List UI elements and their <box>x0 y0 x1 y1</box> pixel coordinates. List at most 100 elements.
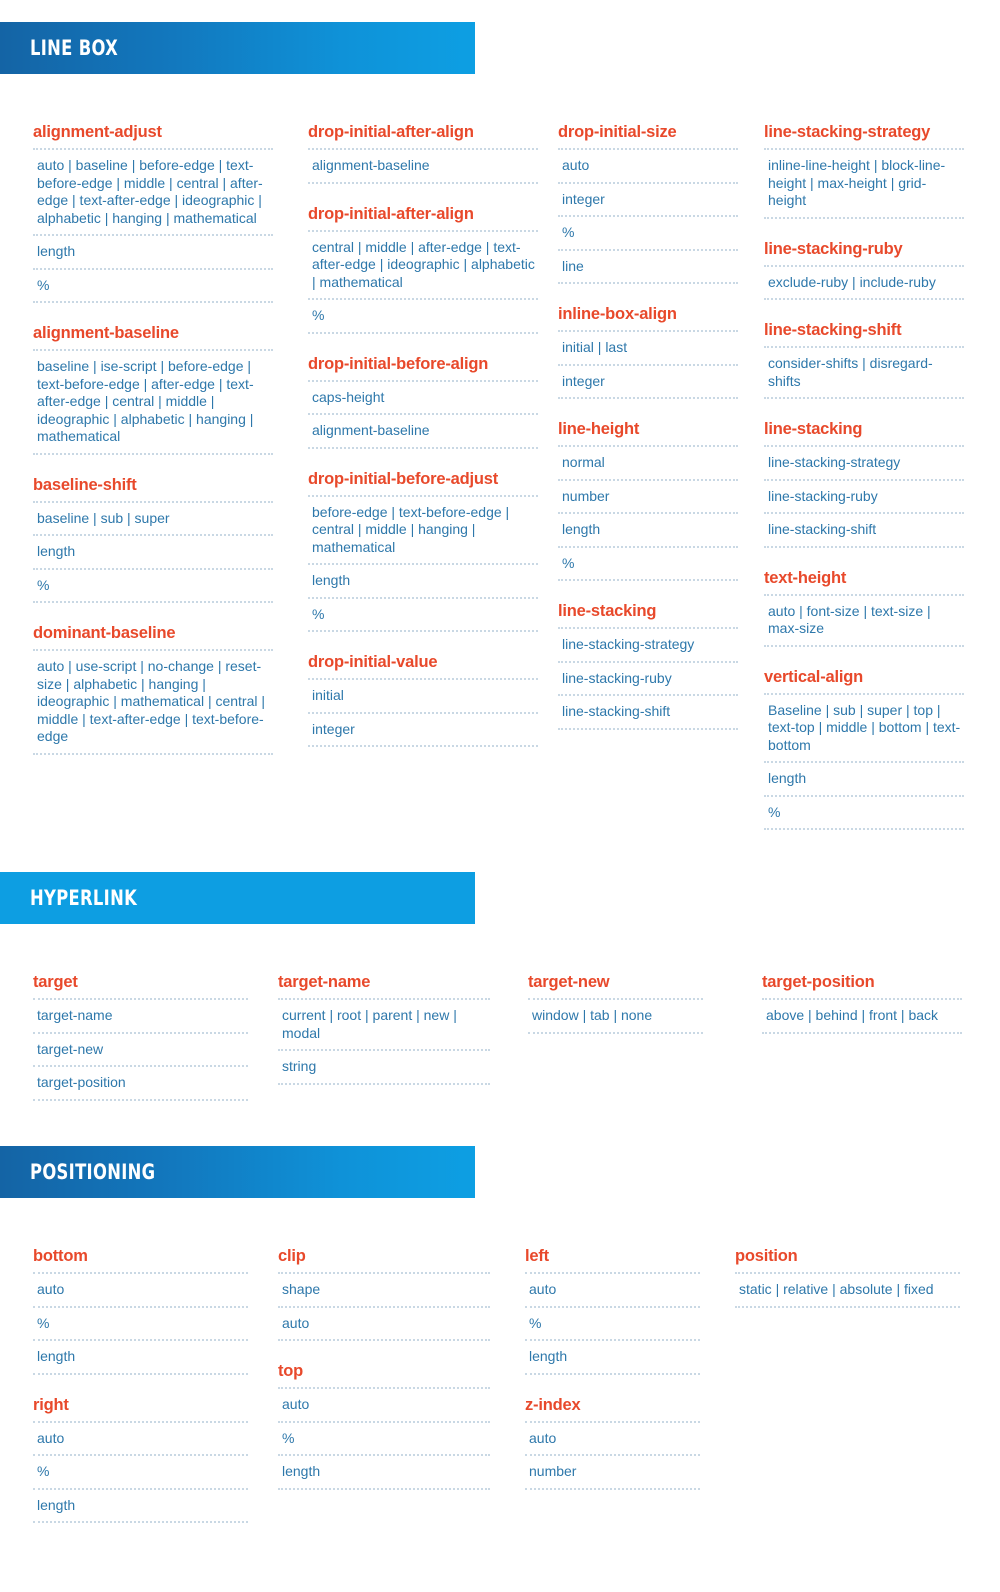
row-divider <box>33 752 273 755</box>
property-block: dominant-baseline auto | use-script | no-… <box>33 623 273 755</box>
row-divider <box>308 331 538 334</box>
property-name[interactable]: text-height <box>764 568 964 588</box>
property-value: length <box>768 770 807 786</box>
property-block: drop-initial-before-align caps-height alig… <box>308 354 538 449</box>
row-divider <box>528 1031 703 1034</box>
property-value: number <box>562 487 610 504</box>
property-value: auto <box>37 1429 65 1446</box>
property-name[interactable]: line-stacking-shift <box>764 320 964 340</box>
property-block: target-new window | tab | none <box>528 972 703 1034</box>
property-value: line-stacking-shift <box>768 521 877 537</box>
property-name[interactable]: left <box>525 1246 700 1266</box>
property-name[interactable]: alignment-baseline <box>33 323 273 343</box>
row-divider <box>33 1372 248 1375</box>
property-block: target-name current | root | parent | new… <box>278 972 490 1085</box>
property-block: line-stacking line-stacking-strategy line-… <box>558 601 738 730</box>
row-divider <box>558 579 738 581</box>
property-name[interactable]: line-stacking-ruby <box>764 239 964 259</box>
property-block: line-stacking-ruby exclude-ruby | include… <box>764 239 964 300</box>
property-value: % <box>37 1463 50 1479</box>
row-divider <box>764 298 964 300</box>
property-name[interactable]: z-index <box>525 1395 700 1415</box>
property-block: drop-initial-before-adjust before-edge | … <box>308 469 538 632</box>
property-name[interactable]: alignment-adjust <box>33 122 273 142</box>
property-name[interactable]: top <box>278 1361 490 1381</box>
row-divider <box>525 1372 700 1375</box>
section-banner-hyperlink: HYPERLINK <box>0 872 475 924</box>
property-name[interactable]: clip <box>278 1246 490 1266</box>
property-name[interactable]: line-stacking-strategy <box>764 122 964 142</box>
property-block: drop-initial-value initial integer <box>308 652 538 747</box>
property-name[interactable]: inline-box-align <box>558 304 738 324</box>
property-column: clip shape auto top auto% length <box>278 1246 490 1510</box>
property-value: % <box>282 1429 295 1446</box>
property-value: line-stacking-ruby <box>768 487 878 504</box>
row-divider <box>764 397 964 399</box>
row-divider <box>278 1082 490 1085</box>
property-name[interactable]: baseline-shift <box>33 475 273 495</box>
property-value: current | root | parent | new | modal <box>282 1007 457 1041</box>
property-block: z-index auto number <box>525 1395 700 1490</box>
property-value: integer <box>312 720 355 737</box>
row-divider <box>308 446 538 449</box>
section-title: POSITIONING <box>30 1160 156 1184</box>
property-value: length <box>37 543 76 559</box>
property-value: line-stacking-shift <box>562 703 671 719</box>
property-name[interactable]: drop-initial-before-align <box>308 354 538 374</box>
property-block: target target-name target-new target-positi… <box>33 972 248 1101</box>
property-name[interactable]: target-name <box>278 972 490 992</box>
property-name[interactable]: target-position <box>762 972 962 992</box>
property-value: exclude-ruby | include-ruby <box>768 273 936 290</box>
section-line-box: LINE BOX alignment-adjust auto | baseline … <box>0 22 1000 850</box>
property-name[interactable]: drop-initial-size <box>558 122 738 142</box>
row-divider <box>33 1098 248 1101</box>
property-name[interactable]: right <box>33 1395 248 1415</box>
property-name[interactable]: bottom <box>33 1246 248 1266</box>
property-value: shape <box>282 1281 321 1297</box>
property-column: target target-name target-new target-positi… <box>33 972 248 1121</box>
property-value: % <box>312 605 325 622</box>
property-value: % <box>312 307 325 323</box>
property-block: line-stacking-strategy inline-line-height… <box>764 122 964 219</box>
property-name[interactable]: drop-initial-value <box>308 652 538 672</box>
property-block: alignment-adjust auto | baseline | before… <box>33 122 273 303</box>
property-name[interactable]: dominant-baseline <box>33 623 273 643</box>
property-name[interactable]: drop-initial-after-align <box>308 122 538 142</box>
property-value: auto | font-size | text-size | max-size <box>768 602 931 637</box>
property-column: line-stacking-strategy inline-line-height… <box>764 122 964 850</box>
property-value: inline-line-height | block-line-height |… <box>768 157 946 208</box>
property-value: line-stacking-strategy <box>562 636 695 652</box>
property-name[interactable]: target-new <box>528 972 703 992</box>
property-block: left auto% length <box>525 1246 700 1375</box>
property-value: target-name <box>37 1007 113 1023</box>
property-value: auto <box>282 1396 310 1412</box>
property-value: initial <box>312 687 344 703</box>
row-divider <box>33 1521 248 1523</box>
property-name[interactable]: target <box>33 972 248 992</box>
property-name[interactable]: line-height <box>558 419 738 439</box>
property-block: right auto% length <box>33 1395 248 1523</box>
property-block: text-height auto | font-size | text-size … <box>764 568 964 647</box>
property-value: line-stacking-ruby <box>562 669 672 686</box>
property-value: line <box>562 257 584 274</box>
row-divider <box>735 1305 960 1308</box>
property-block: inline-box-align initial | last integer <box>558 304 738 399</box>
row-divider <box>558 397 738 399</box>
row-divider <box>308 745 538 747</box>
property-name[interactable]: vertical-align <box>764 667 964 687</box>
property-name[interactable]: position <box>735 1246 960 1266</box>
property-block: line-stacking line-stacking-strategy line-… <box>764 419 964 548</box>
property-name[interactable]: drop-initial-before-adjust <box>308 469 538 489</box>
property-name[interactable]: line-stacking <box>558 601 738 621</box>
property-name[interactable]: drop-initial-after-align <box>308 204 538 224</box>
property-value: baseline | ise-script | before-edge | te… <box>37 358 254 444</box>
property-name[interactable]: line-stacking <box>764 419 964 439</box>
property-value: central | middle | after-edge | text-aft… <box>312 238 535 290</box>
section-banner-positioning: POSITIONING <box>0 1146 475 1198</box>
property-column: drop-initial-size auto integer% line inline-… <box>558 122 738 750</box>
property-value: baseline | sub | super <box>37 509 170 526</box>
row-divider <box>764 828 964 830</box>
property-value: length <box>282 1463 321 1479</box>
property-value: integer <box>562 372 605 389</box>
section-positioning: POSITIONING bottom auto% length right auto% le… <box>0 1146 1000 1543</box>
